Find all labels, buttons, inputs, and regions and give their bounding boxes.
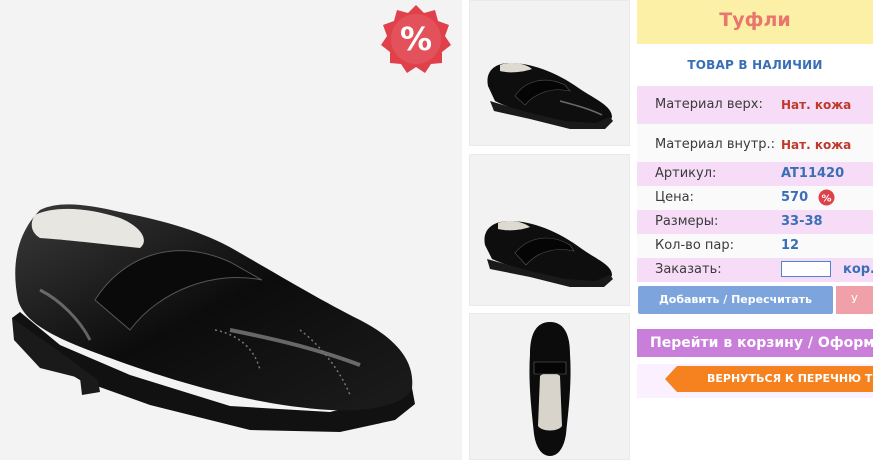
article-row: Артикул: AT11420	[637, 162, 873, 186]
go-to-cart-button[interactable]: Перейти в корзину / Оформить	[637, 329, 873, 357]
back-button-area: ВЕРНУТЬСЯ К ПЕРЕЧНЮ ТОВАРОВ	[637, 364, 873, 398]
price-row: Цена: 570 %	[637, 186, 873, 210]
sale-badge: %	[380, 3, 452, 75]
order-quantity-input[interactable]	[781, 261, 831, 277]
product-title: Туфли	[637, 0, 873, 44]
material-inner-row: Материал внутр.: Нат. кожа	[637, 124, 873, 162]
thumbnail-2[interactable]	[469, 154, 630, 306]
small-sale-badge: %	[818, 189, 835, 206]
small-sale-badge-text: %	[821, 194, 831, 205]
add-recalculate-button[interactable]: Добавить / Пересчитать	[638, 286, 833, 314]
article-label: Артикул:	[655, 166, 717, 181]
side-action-button[interactable]: У	[836, 286, 873, 314]
sizes-row: Размеры: 33-38	[637, 210, 873, 234]
sale-badge-text: %	[400, 20, 432, 58]
thumbnail-shoe-image	[529, 322, 571, 456]
stock-status: ТОВАР В НАЛИЧИИ	[687, 58, 823, 72]
back-to-list-label: ВЕРНУТЬСЯ К ПЕРЕЧНЮ ТОВАРОВ	[707, 372, 873, 385]
sizes-label: Размеры:	[655, 214, 719, 229]
pairs-label: Кол-во пар:	[655, 238, 735, 253]
thumbnail-3[interactable]	[469, 313, 630, 460]
price-label: Цена:	[655, 190, 694, 205]
sizes-value: 33-38	[781, 214, 823, 229]
thumbnail-1[interactable]	[469, 0, 630, 146]
article-value: AT11420	[781, 166, 845, 181]
percent-badge-icon: %	[818, 189, 835, 206]
order-row: Заказать: кор.	[637, 258, 873, 282]
material-top-label: Материал верх:	[655, 97, 763, 112]
price-value: 570	[781, 190, 809, 205]
material-top-row: Материал верх: Нат. кожа	[637, 86, 873, 124]
order-label: Заказать:	[655, 262, 722, 277]
pairs-row: Кол-во пар: 12	[637, 234, 873, 258]
back-to-list-button[interactable]: ВЕРНУТЬСЯ К ПЕРЕЧНЮ ТОВАРОВ	[665, 366, 873, 392]
pairs-value: 12	[781, 238, 800, 253]
material-inner-value: Нат. кожа	[781, 138, 852, 152]
percent-badge-icon: %	[381, 5, 451, 73]
order-unit: кор.	[843, 262, 873, 277]
material-top-value: Нат. кожа	[781, 98, 852, 112]
material-inner-label: Материал внутр.:	[655, 137, 776, 152]
thumbnail-shoe-image	[487, 62, 613, 129]
thumbnail-shoe-image	[484, 220, 613, 287]
